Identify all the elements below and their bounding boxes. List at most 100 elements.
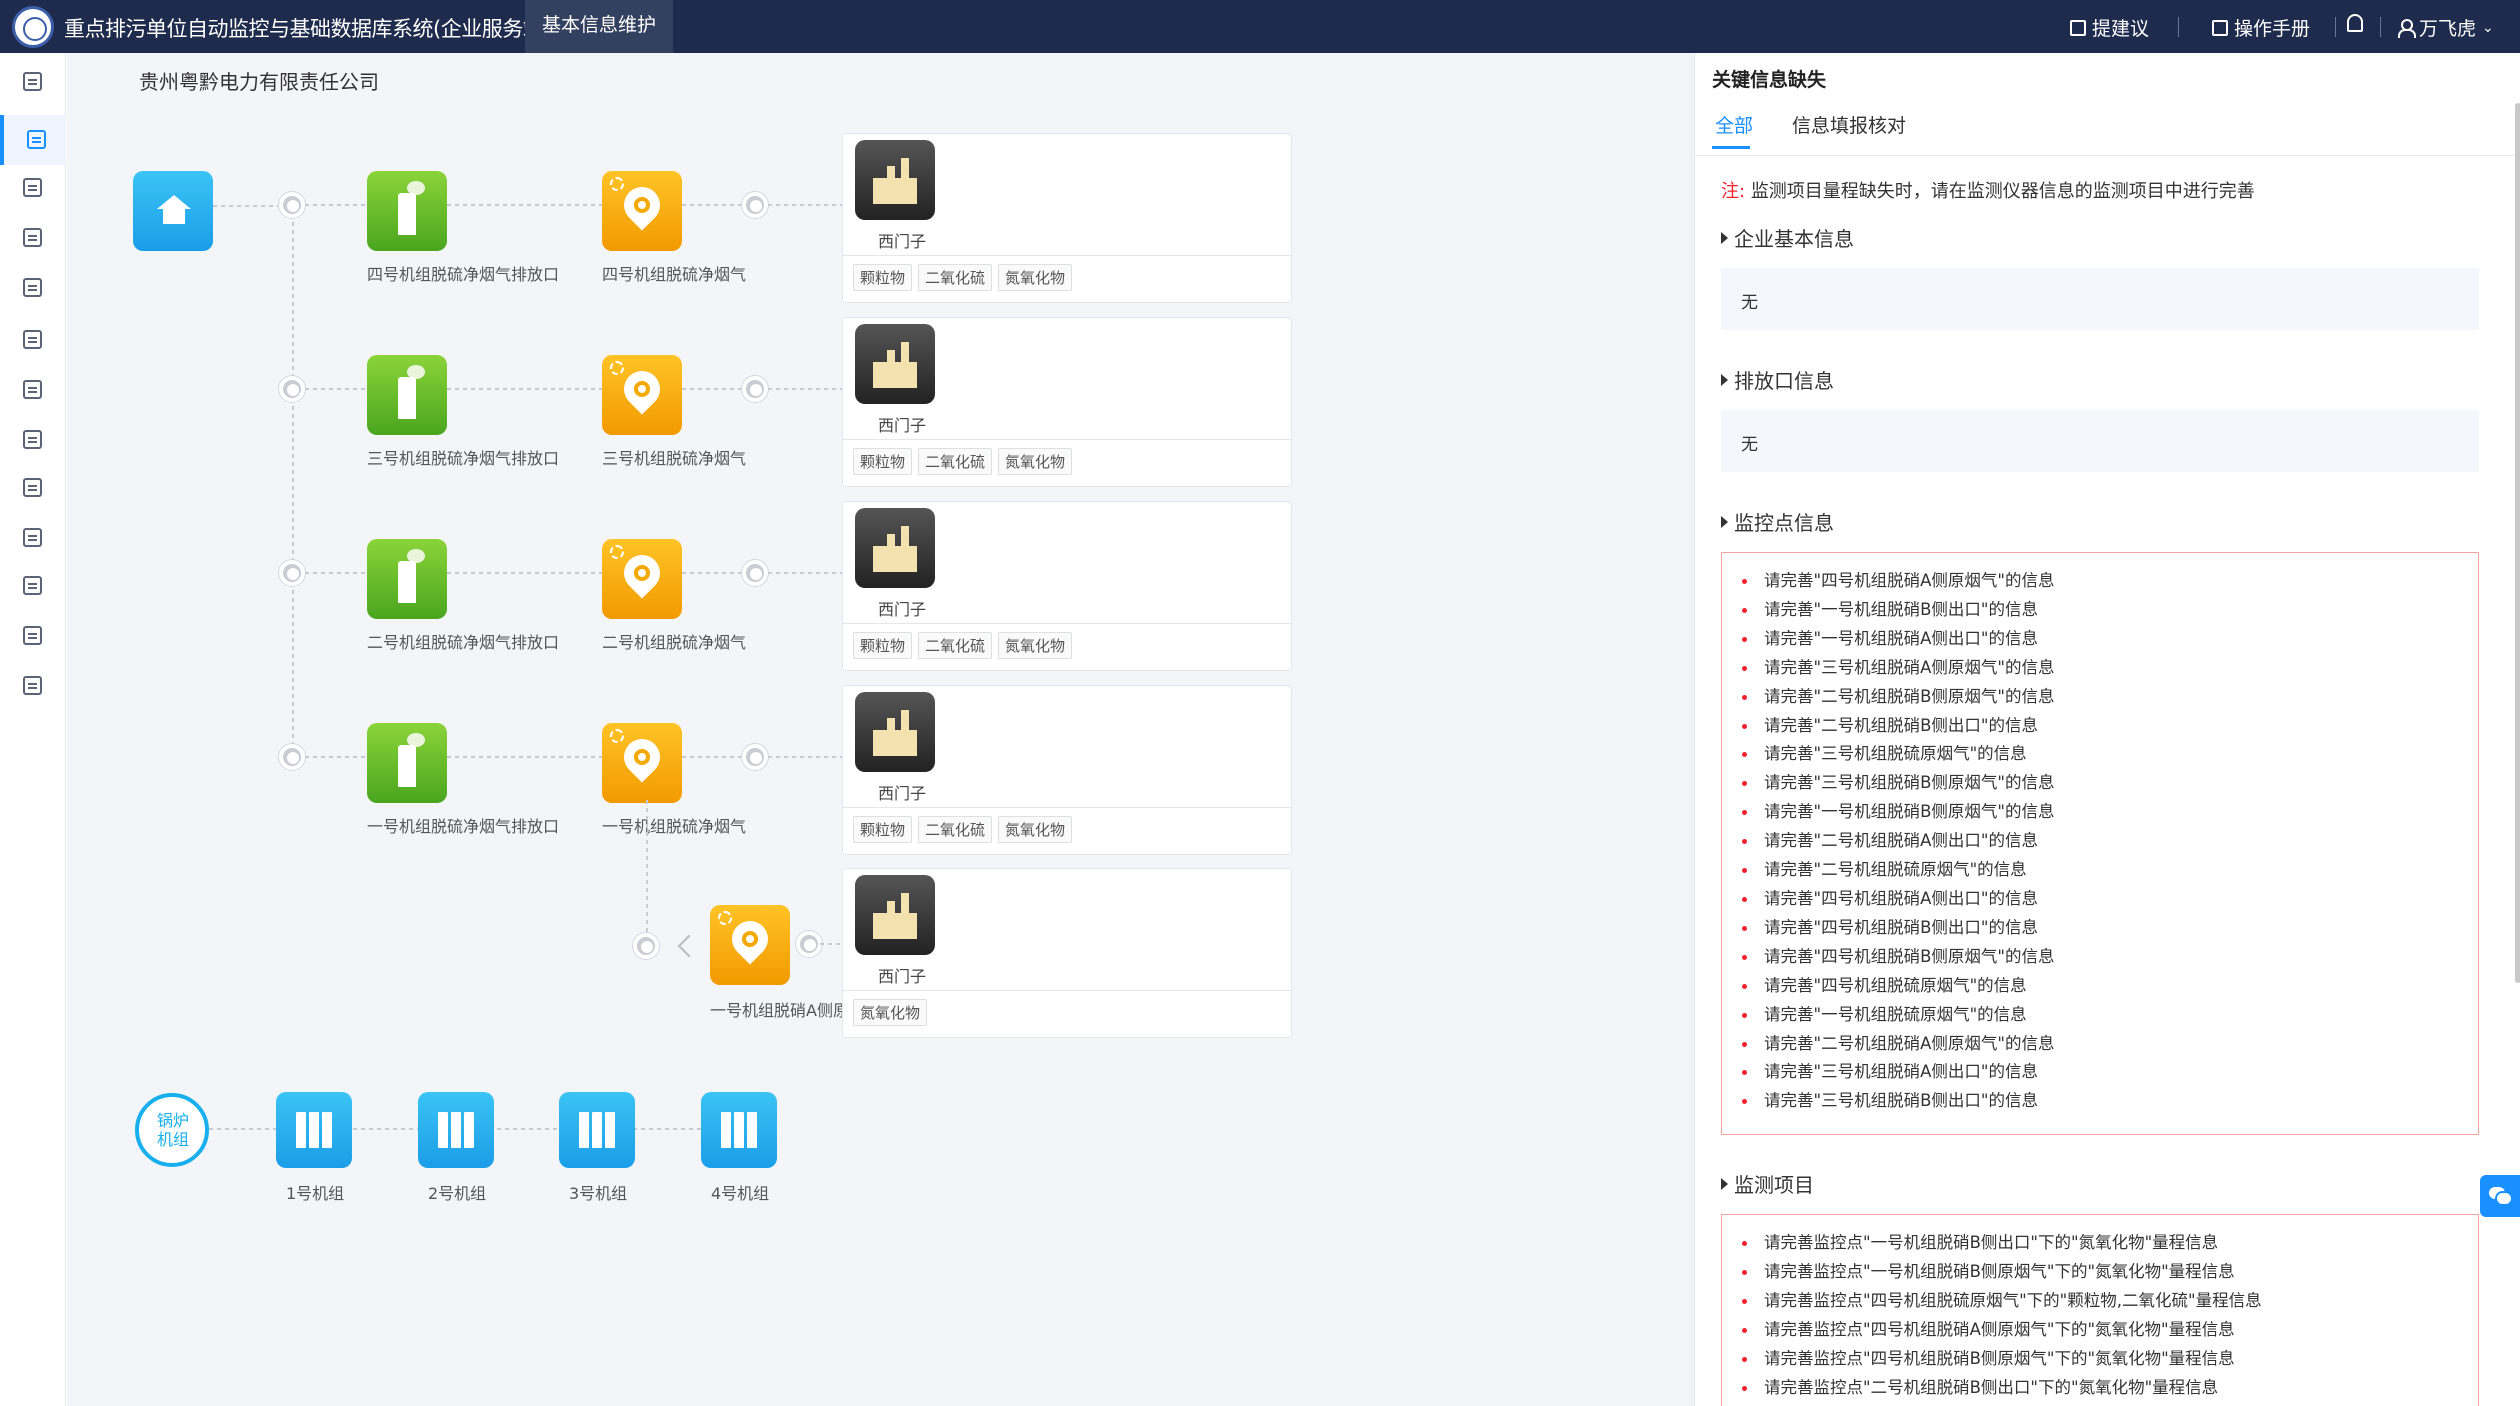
user-name: 万飞虎 bbox=[2419, 18, 2477, 40]
note-text: 监测项目量程缺失时，请在监测仪器信息的监测项目中进行完善 bbox=[1750, 181, 2255, 202]
monitor-point-node[interactable] bbox=[602, 539, 682, 619]
bell-icon bbox=[2347, 14, 2363, 32]
boiler-label: 锅炉机组 bbox=[156, 1111, 189, 1149]
pollutant-tag[interactable]: 二氧化硫 bbox=[918, 632, 993, 659]
manual-button[interactable]: 操作手册 bbox=[2212, 14, 2310, 41]
monitor-point-branch[interactable] bbox=[710, 905, 790, 985]
enterprise-home-button[interactable] bbox=[133, 171, 213, 251]
sidebar-item-data[interactable] bbox=[0, 263, 66, 313]
connector-node[interactable] bbox=[633, 933, 659, 959]
connector bbox=[447, 388, 602, 390]
pollutant-tag[interactable]: 颗粒物 bbox=[853, 264, 913, 291]
pollutant-tag[interactable]: 氮氧化物 bbox=[998, 264, 1073, 291]
instrument-card[interactable]: 西门子 颗粒物 二氧化硫 氮氧化物 bbox=[842, 317, 1292, 487]
pollutant-tag[interactable]: 颗粒物 bbox=[853, 632, 913, 659]
pollutant-tags: 颗粒物 二氧化硫 氮氧化物 bbox=[843, 256, 1291, 299]
connector bbox=[682, 756, 742, 758]
sidebar-item-basic-info[interactable] bbox=[0, 115, 66, 165]
connector-node[interactable] bbox=[742, 560, 768, 586]
monitor-point-node[interactable] bbox=[602, 171, 682, 251]
book-icon bbox=[747, 1112, 757, 1148]
section-monitor-items[interactable]: 监测项目 bbox=[1721, 1169, 1814, 1198]
chat-button[interactable] bbox=[2480, 1175, 2520, 1217]
sidebar-item-storage[interactable] bbox=[0, 611, 66, 661]
generator-unit-label: 2号机组 bbox=[428, 1184, 487, 1203]
pollutant-tag[interactable]: 颗粒物 bbox=[853, 816, 913, 843]
generator-unit-node[interactable] bbox=[418, 1092, 494, 1168]
sidebar-item-check[interactable] bbox=[0, 365, 66, 415]
missing-range-item: 请完善监控点"四号机组脱硝A侧原烟气"下的"氮氧化物"量程信息 bbox=[1742, 1316, 2458, 1345]
book-icon bbox=[322, 1112, 332, 1148]
connector-node[interactable] bbox=[279, 192, 305, 218]
connector-node[interactable] bbox=[279, 744, 305, 770]
section-outlet-info[interactable]: 排放口信息 bbox=[1721, 365, 1834, 394]
instrument-card[interactable]: 西门子 颗粒物 二氧化硫 氮氧化物 bbox=[842, 501, 1292, 671]
connector-node[interactable] bbox=[279, 560, 305, 586]
generator-unit-node[interactable] bbox=[559, 1092, 635, 1168]
sidebar-item-form[interactable] bbox=[0, 463, 66, 513]
outlet-node[interactable] bbox=[367, 723, 447, 803]
sidebar-item-monitor[interactable] bbox=[0, 163, 66, 213]
connector-node[interactable] bbox=[796, 931, 822, 957]
monitor-point-label: 一号机组脱硫净烟气 bbox=[602, 817, 747, 836]
book-icon bbox=[451, 1112, 461, 1148]
missing-monitor-point-item: 请完善"二号机组脱硝A侧原烟气"的信息 bbox=[1742, 1030, 2458, 1059]
monitor-point-node[interactable] bbox=[602, 723, 682, 803]
chimney-icon bbox=[398, 377, 416, 419]
missing-range-item: 请完善监控点"一号机组脱硝B侧出口"下的"氮氧化物"量程信息 bbox=[1742, 1229, 2458, 1258]
settings-icon bbox=[23, 676, 42, 695]
user-menu[interactable]: 万飞虎 ⌄ bbox=[2398, 14, 2494, 41]
suggest-button[interactable]: 提建议 bbox=[2070, 14, 2149, 41]
location-pin-icon bbox=[616, 547, 668, 599]
connector bbox=[682, 572, 742, 574]
panel-scrollbar[interactable] bbox=[2515, 103, 2520, 983]
sidebar-item-analysis[interactable] bbox=[0, 561, 66, 611]
missing-monitor-point-item: 请完善"一号机组脱硝A侧出口"的信息 bbox=[1742, 625, 2458, 654]
generator-unit-node[interactable] bbox=[276, 1092, 352, 1168]
section-monitor-point[interactable]: 监控点信息 bbox=[1721, 507, 1834, 536]
pollutant-tag[interactable]: 二氧化硫 bbox=[918, 816, 993, 843]
section-basic-info[interactable]: 企业基本信息 bbox=[1721, 223, 1854, 252]
sidebar bbox=[0, 53, 66, 1406]
notification-button[interactable] bbox=[2347, 14, 2363, 32]
boiler-unit-button[interactable]: 锅炉机组 bbox=[135, 1093, 209, 1167]
generator-unit-label: 3号机组 bbox=[569, 1184, 628, 1203]
tab-fill-check[interactable]: 信息填报核对 bbox=[1792, 111, 1906, 138]
pollutant-tag[interactable]: 二氧化硫 bbox=[918, 264, 993, 291]
pollutant-tag[interactable]: 氮氧化物 bbox=[998, 816, 1073, 843]
sidebar-item-report[interactable] bbox=[0, 315, 66, 365]
tab-all[interactable]: 全部 bbox=[1715, 111, 1753, 138]
instrument-card[interactable]: 西门子 氮氧化物 bbox=[842, 868, 1292, 1038]
tab-basic-info[interactable]: 基本信息维护 bbox=[525, 0, 673, 53]
sidebar-item-collapse[interactable] bbox=[0, 57, 66, 107]
pollutant-tags: 氮氧化物 bbox=[843, 991, 1291, 1034]
outlet-node[interactable] bbox=[367, 171, 447, 251]
pollutant-tag[interactable]: 颗粒物 bbox=[853, 448, 913, 475]
connector-node[interactable] bbox=[279, 376, 305, 402]
analysis-icon bbox=[23, 576, 42, 595]
audit-icon bbox=[23, 430, 42, 449]
pollutant-tag[interactable]: 氮氧化物 bbox=[998, 448, 1073, 475]
sidebar-item-stats[interactable] bbox=[0, 513, 66, 563]
sidebar-item-records[interactable] bbox=[0, 213, 66, 263]
instrument-card[interactable]: 西门子 颗粒物 二氧化硫 氮氧化物 bbox=[842, 685, 1292, 855]
chimney-icon bbox=[398, 561, 416, 603]
connector-node[interactable] bbox=[742, 744, 768, 770]
connector-node[interactable] bbox=[742, 192, 768, 218]
pollutant-tag[interactable]: 氮氧化物 bbox=[998, 632, 1073, 659]
pollutant-tag[interactable]: 氮氧化物 bbox=[853, 999, 928, 1026]
outlet-node[interactable] bbox=[367, 539, 447, 619]
sidebar-item-audit[interactable] bbox=[0, 415, 66, 465]
sidebar-item-settings[interactable] bbox=[0, 661, 66, 711]
monitor-point-node[interactable] bbox=[602, 355, 682, 435]
location-pin-icon bbox=[724, 913, 776, 965]
storage-icon bbox=[23, 626, 42, 645]
instrument-card-header: 西门子 bbox=[843, 869, 1291, 991]
pollutant-tag[interactable]: 二氧化硫 bbox=[918, 448, 993, 475]
connector-node[interactable] bbox=[742, 376, 768, 402]
missing-info-panel: 关键信息缺失 全部 信息填报核对 注: 监测项目量程缺失时，请在监测仪器信息的监… bbox=[1694, 53, 2520, 1406]
generator-unit-node[interactable] bbox=[701, 1092, 777, 1168]
instrument-card[interactable]: 西门子 颗粒物 二氧化硫 氮氧化物 bbox=[842, 133, 1292, 303]
outlet-node[interactable] bbox=[367, 355, 447, 435]
generator-unit-label: 1号机组 bbox=[286, 1184, 345, 1203]
